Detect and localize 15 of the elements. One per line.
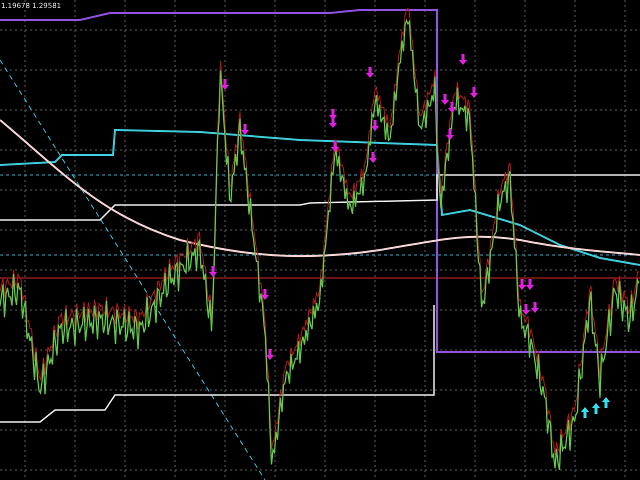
down-arrow-icon	[331, 141, 339, 152]
down-arrow-icon	[371, 120, 379, 131]
down-arrow-icon	[470, 87, 478, 98]
down-arrow-icon	[366, 67, 374, 78]
up-arrow-icon	[592, 403, 600, 414]
down-arrow-icon	[261, 289, 269, 300]
down-arrow-icon	[209, 266, 217, 277]
up-arrow-icon	[602, 397, 610, 408]
down-arrow-icon	[241, 124, 249, 135]
down-arrow-icon	[266, 349, 274, 360]
down-arrow-icon	[369, 152, 377, 163]
down-arrow-icon	[459, 54, 467, 65]
up-arrow-icon	[581, 407, 589, 418]
down-arrow-icon	[221, 79, 229, 90]
down-arrow-icon	[446, 129, 454, 140]
